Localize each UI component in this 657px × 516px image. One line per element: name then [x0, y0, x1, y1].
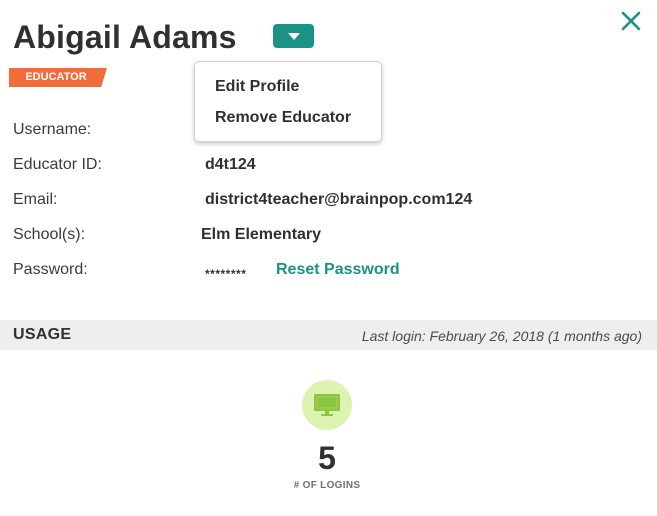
logins-label: # OF LOGINS [293, 480, 361, 491]
logins-stat-circle [302, 380, 352, 430]
actions-dropdown-menu: Edit Profile Remove Educator [194, 61, 382, 142]
schools-value: Elm Elementary [201, 226, 322, 243]
usage-section-header: USAGE Last login: February 26, 2018 (1 m… [0, 320, 657, 350]
close-icon [621, 11, 641, 31]
menu-item-edit-profile[interactable]: Edit Profile [215, 78, 299, 96]
monitor-icon [314, 394, 340, 416]
email-label: Email: [13, 191, 58, 208]
logins-count: 5 [318, 440, 336, 476]
caret-down-icon [287, 32, 300, 40]
educator-id-value: d4t124 [205, 156, 256, 173]
close-button[interactable] [616, 6, 646, 36]
last-login-text: Last login: February 26, 2018 (1 months … [361, 328, 642, 344]
usage-title: USAGE [13, 326, 72, 343]
profile-name: Abigail Adams [13, 19, 237, 55]
role-badge: EDUCATOR [9, 68, 107, 87]
educator-id-label: Educator ID: [13, 156, 102, 173]
email-value: district4teacher@brainpop.com124 [205, 191, 473, 208]
menu-item-remove-educator[interactable]: Remove Educator [215, 109, 351, 127]
actions-dropdown-button[interactable] [273, 24, 314, 48]
username-label: Username: [13, 121, 92, 138]
schools-label: School(s): [13, 226, 86, 243]
reset-password-link[interactable]: Reset Password [276, 261, 400, 279]
password-label: Password: [13, 261, 88, 278]
password-value: ******** [205, 267, 247, 281]
